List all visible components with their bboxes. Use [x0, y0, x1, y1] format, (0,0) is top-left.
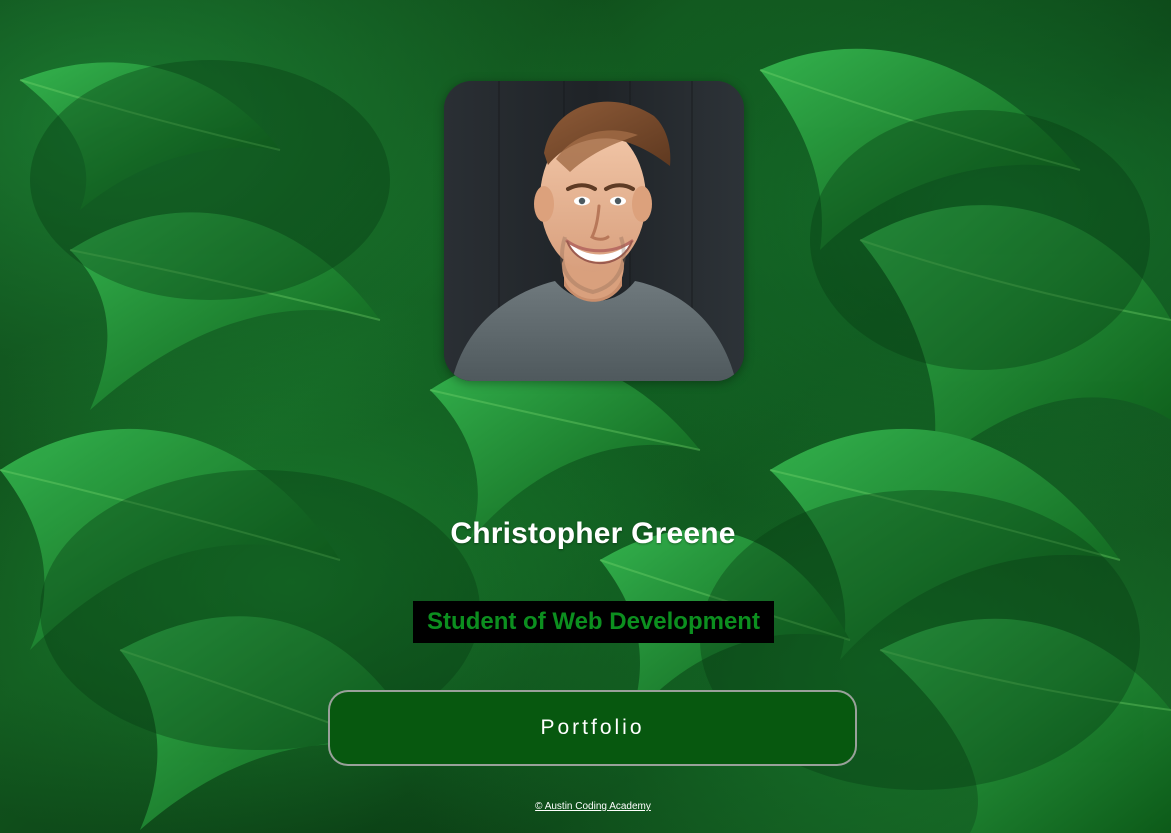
profile-subtitle: Student of Web Development: [413, 601, 774, 643]
background-fern-page: Christopher Greene Student of Web Develo…: [0, 0, 1171, 833]
portfolio-button[interactable]: Portfolio: [328, 690, 857, 766]
profile-content: Christopher Greene Student of Web Develo…: [0, 0, 1171, 833]
profile-avatar: [444, 81, 744, 381]
profile-name: Christopher Greene: [450, 517, 736, 550]
portrait-photo-icon: [444, 81, 744, 381]
footer-link[interactable]: © Austin Coding Academy: [0, 801, 1171, 812]
